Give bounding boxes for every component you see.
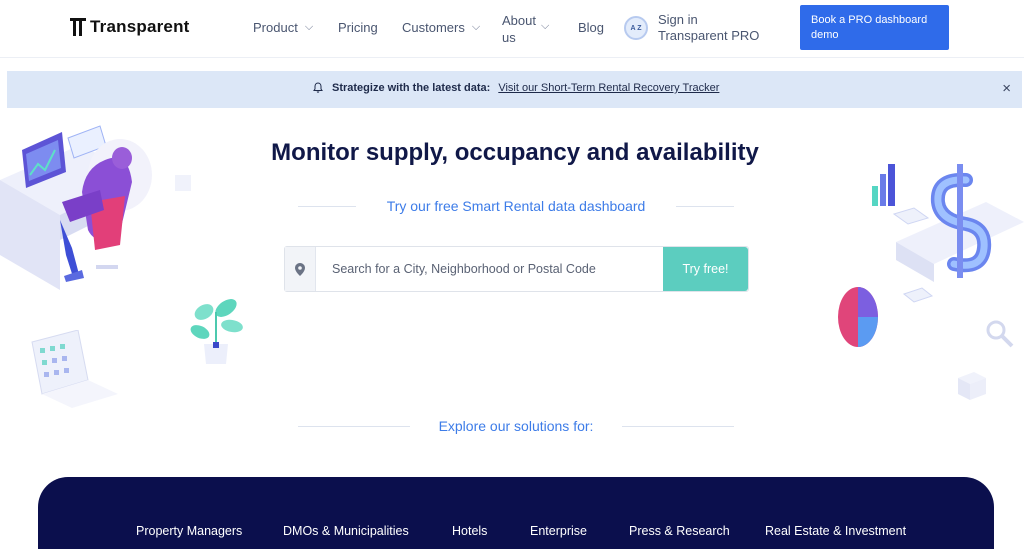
recovery-tracker-link[interactable]: Visit our Short-Term Rental Recovery Tra… [498, 82, 719, 94]
book-demo-button[interactable]: Book a PRO dashboard demo [800, 5, 949, 50]
logo-text: Transparent [90, 17, 190, 36]
page-title: Monitor supply, occupancy and availabili… [271, 139, 759, 166]
close-icon[interactable]: × [1002, 80, 1011, 97]
hero-subtitle: Try our free Smart Rental data dashboard [386, 198, 646, 214]
solution-property-managers[interactable]: Property Managers [136, 524, 242, 538]
chevron-down-icon: ⌵ [471, 21, 481, 33]
nav-blog[interactable]: Blog [578, 20, 604, 35]
location-pin-icon [285, 247, 316, 291]
divider [621, 425, 734, 427]
signin-pro-link[interactable]: A Z Sign in Transparent PRO [624, 12, 768, 44]
plant-illustration [190, 299, 243, 364]
signin-label: Sign in Transparent PRO [658, 12, 760, 43]
explore-heading: Explore our solutions for: [438, 418, 594, 434]
chevron-down-icon[interactable]: ⌵ [541, 20, 549, 33]
explore-heading-row: Explore our solutions for: [298, 418, 734, 434]
bell-icon [313, 82, 323, 93]
nav-customers-label: Customers [402, 20, 465, 35]
banner-label: Strategize with the latest data: [332, 82, 491, 94]
logo-mark-icon [70, 18, 86, 36]
pro-badge-icon: A Z [624, 16, 648, 40]
announcement-banner: Strategize with the latest data: Visit o… [7, 71, 1022, 108]
nav-product-label: Product [253, 20, 298, 35]
location-search: Try free! [284, 246, 749, 292]
nav-pricing-label: Pricing [338, 20, 378, 35]
analytics-illustration [838, 164, 1024, 400]
transparent-logo[interactable]: Transparent [70, 17, 190, 37]
nav-customers[interactable]: Customers ⌵ [402, 20, 480, 35]
chevron-down-icon: ⌵ [304, 21, 314, 33]
nav-blog-label: Blog [578, 20, 605, 35]
divider [298, 205, 356, 207]
solution-dmos-municipalities[interactable]: DMOs & Municipalities [283, 524, 409, 538]
calendar-illustration [31, 330, 118, 408]
solution-real-estate-investment[interactable]: Real Estate & Investment [765, 524, 906, 538]
divider [676, 205, 734, 207]
solutions-panel [38, 477, 994, 549]
top-navbar: Transparent Product ⌵ Pricing Customers … [0, 0, 1024, 58]
divider [298, 425, 410, 427]
solution-enterprise[interactable]: Enterprise [530, 524, 587, 538]
nav-product[interactable]: Product ⌵ [253, 20, 313, 35]
hero-subtitle-row: Try our free Smart Rental data dashboard [298, 198, 734, 214]
solution-hotels[interactable]: Hotels [452, 524, 487, 538]
nav-pricing[interactable]: Pricing [338, 20, 378, 35]
try-free-button[interactable]: Try free! [663, 247, 748, 291]
search-input[interactable] [316, 247, 663, 291]
nav-about-us[interactable]: About us [502, 12, 542, 46]
solution-press-research[interactable]: Press & Research [629, 524, 730, 538]
